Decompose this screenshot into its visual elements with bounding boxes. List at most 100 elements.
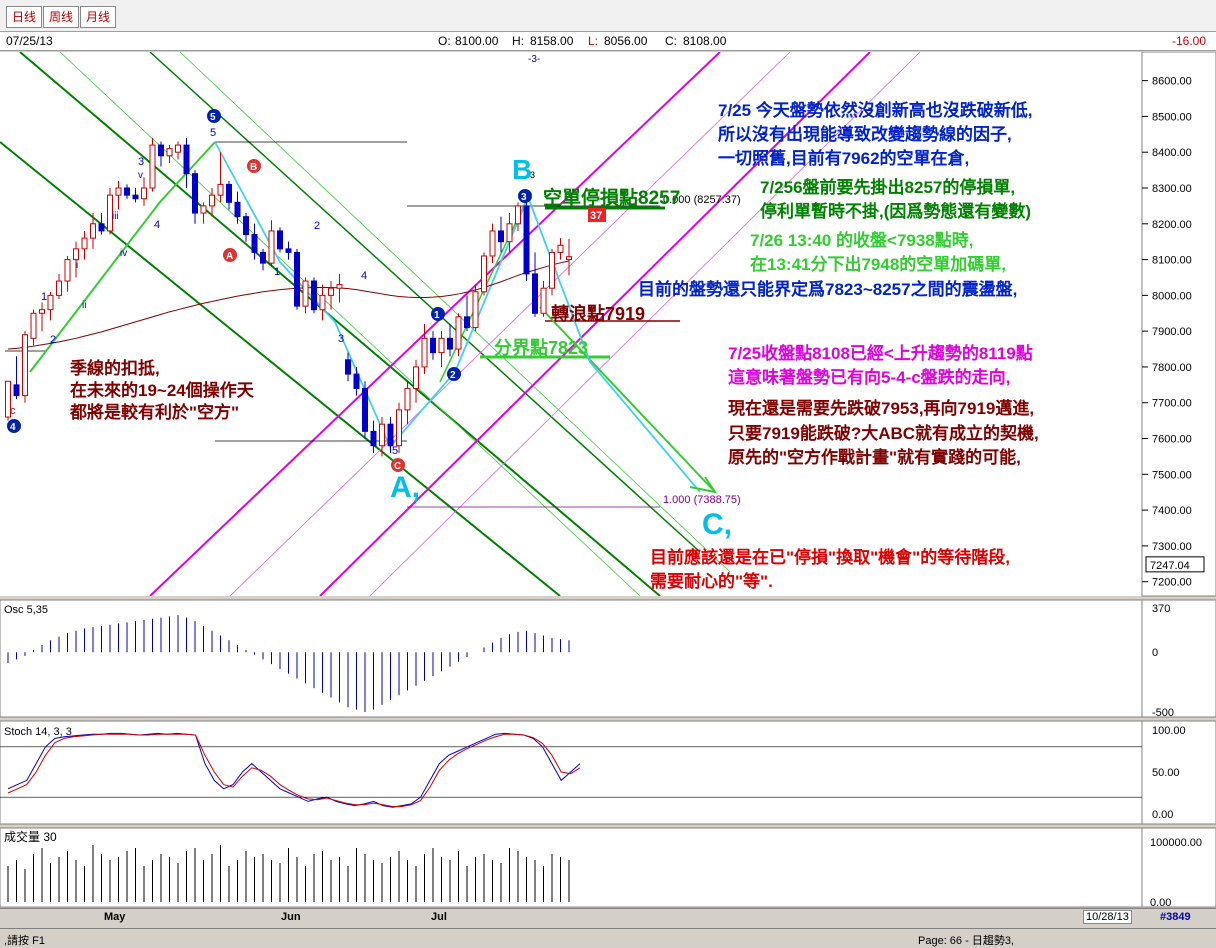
lime-note-1: 7/26 13:40 的收盤<7938點時, — [750, 230, 973, 250]
big-b-sub-label: 3 — [530, 170, 535, 180]
current-value-label: 7247.04 — [1150, 560, 1190, 572]
bottom-id: #3849 — [1160, 911, 1191, 923]
candle-body — [345, 359, 351, 375]
chart-area: 8600.00 8500.00 8400.00 8300.00 8200.00 8100.… — [0, 52, 1216, 908]
wave-iv-label: iv — [120, 248, 127, 259]
volume-tick-label: 0.00 — [1150, 897, 1171, 908]
wave-4b-marker-label: 4 — [10, 422, 16, 433]
timeframe-tabbar: 日线 周线 月线 — [0, 0, 1216, 32]
wave-4-label: 4 — [154, 219, 160, 231]
candle-body — [328, 287, 334, 296]
x-label-jul: Jul — [431, 911, 447, 923]
wave-2c-marker-label: 2 — [450, 370, 456, 381]
candle-body — [251, 234, 258, 253]
candle-body — [430, 337, 436, 354]
tab-daily[interactable]: 日线 — [6, 6, 42, 28]
bottom-date: 10/28/13 — [1083, 910, 1132, 924]
wave-iii-label: iii — [112, 211, 119, 222]
info-date: 07/25/13 — [6, 34, 53, 48]
candle-body — [379, 423, 385, 447]
osc-tick-label: 370 — [1152, 603, 1170, 615]
price-tick-label: 7700.00 — [1152, 398, 1192, 410]
tab-monthly[interactable]: 月线 — [80, 6, 116, 28]
stoch-pane-bg — [0, 720, 1143, 825]
red2-note-1: 目前應該還是在已"停損"換取"機會"的等待階段, — [650, 547, 1010, 567]
price-tick-label: 8300.00 — [1152, 183, 1192, 195]
range-note: 目前的盤勢還只能界定爲7823~8257之間的震盪盤, — [638, 279, 1017, 299]
candle-body — [438, 337, 445, 354]
stop-annotation: 空單停損點8257 — [543, 186, 680, 209]
wave-3b-label: 3 — [338, 333, 344, 345]
bar-37-label: 37 — [590, 210, 602, 222]
candle-body — [149, 144, 156, 189]
candle-body — [260, 251, 266, 264]
candle-body — [489, 230, 496, 257]
price-tick-label: 8600.00 — [1152, 76, 1192, 88]
volume-pane-bg — [0, 827, 1143, 908]
info-open: 8100.00 — [455, 34, 499, 48]
price-tick-label: 7200.00 — [1152, 577, 1192, 589]
candle-body — [141, 187, 147, 200]
candle-body — [39, 309, 45, 314]
wave-2b-label: 2 — [314, 220, 320, 232]
price-tick-label: 7900.00 — [1152, 326, 1192, 338]
x-label-jun: Jun — [281, 911, 301, 923]
candle-body — [192, 173, 198, 214]
candle-body — [132, 194, 139, 200]
wave-3c-marker-label: 3 — [521, 192, 527, 203]
candle-body — [226, 183, 232, 203]
season-line-3: 都將是較有利於"空方" — [69, 402, 239, 422]
candle-body — [209, 194, 215, 207]
candle-body — [557, 244, 564, 253]
candle-body — [302, 280, 309, 307]
candle-body — [336, 284, 343, 289]
candle-body — [549, 251, 555, 289]
wave-1-label: 1 — [41, 291, 47, 303]
candle-body — [472, 291, 479, 329]
ohlc-info-bar: 07/25/13 O: 8100.00 H: 8158.00 L: 8056.0… — [0, 32, 1216, 51]
tab-weekly[interactable]: 周线 — [43, 6, 79, 28]
candle-body — [98, 223, 105, 232]
candle-body — [447, 337, 453, 350]
candle-body — [319, 294, 326, 311]
lime-note-2: 在13:41分下出7948的空單加碼單, — [750, 254, 1006, 274]
info-close-label: C: — [665, 34, 677, 48]
wave-5b-label: 5 — [210, 127, 216, 139]
volume-tick-label: 100000.00 — [1150, 837, 1202, 849]
candle-body — [455, 316, 462, 350]
candle-body — [234, 201, 241, 218]
wave-1c-marker-label: 1 — [434, 310, 440, 321]
wave-c-label: c — [10, 405, 16, 417]
candle-body — [532, 273, 538, 314]
red-note-1: 現在還是需要先跌破7953,再向7919邁進, — [728, 398, 1034, 418]
candle-body — [64, 259, 71, 282]
green-note-1: 7/256盤前要先掛出8257的停損單, — [760, 177, 1015, 197]
candle-body — [277, 230, 283, 250]
candle-body — [158, 144, 164, 157]
wave-b-marker-label: B — [250, 162, 257, 173]
x-label-may: May — [104, 911, 126, 923]
price-tick-label: 8000.00 — [1152, 290, 1192, 302]
candle-body — [362, 387, 368, 432]
candle-body — [370, 430, 377, 447]
info-close: 8108.00 — [683, 34, 727, 48]
candle-body — [413, 366, 419, 389]
candle-body — [166, 148, 173, 157]
wave-4c-label: 4 — [361, 270, 367, 282]
candle-body — [56, 280, 62, 296]
wave-5c-label: 5 — [392, 445, 398, 457]
candle-body — [47, 294, 54, 311]
blue-note-2: 所以沒有出現能導致改變趨勢線的因子, — [718, 124, 1012, 144]
info-high: 8158.00 — [530, 34, 574, 48]
top-marker-label: -3- — [528, 54, 540, 65]
osc-tick-label: 0 — [1152, 647, 1158, 659]
price-tick-label: 7500.00 — [1152, 469, 1192, 481]
candle-body — [540, 287, 547, 314]
wave-5-marker-label: 5 — [210, 112, 216, 123]
red-note-3: 原先的"空方作戰計畫"就有實踐的可能, — [728, 447, 1021, 467]
wave-i-label: i — [76, 260, 78, 271]
osc-pane-bg — [0, 599, 1143, 718]
stoch-tick-label: 100.00 — [1152, 725, 1186, 737]
wave-1b-label: 1 — [274, 266, 280, 278]
pink-note-2: 這意味著盤勢已有向5-4-c盤跌的走向, — [728, 367, 1010, 387]
